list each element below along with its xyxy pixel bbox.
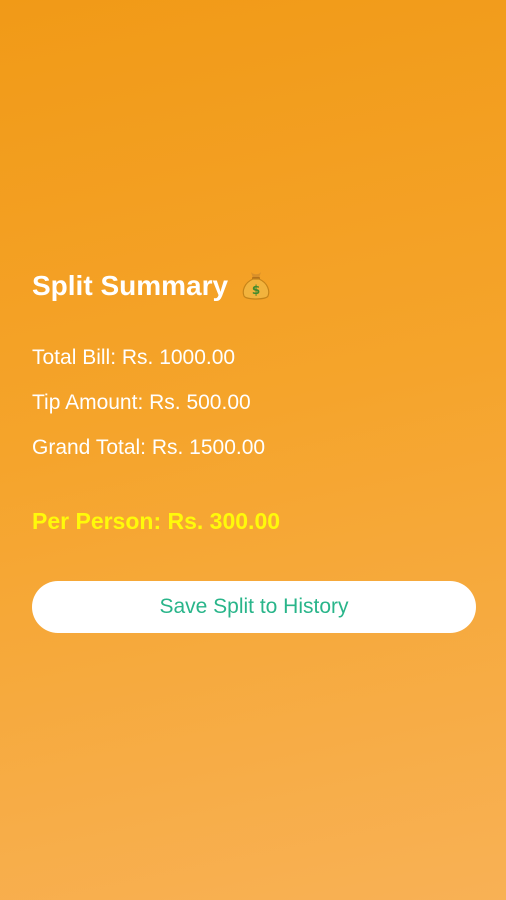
save-split-button[interactable]: Save Split to History	[32, 581, 476, 633]
total-bill-text: Total Bill: Rs. 1000.00	[32, 346, 236, 369]
split-summary-screen: Split Summary $ Total Bill: Rs. 1000.00 …	[0, 0, 506, 900]
page-title: Split Summary	[32, 270, 229, 301]
split-summary-section: Split Summary $ Total Bill: Rs. 1000.00 …	[32, 266, 476, 534]
title-row: Split Summary $	[32, 266, 476, 306]
save-split-button-label: Save Split to History	[159, 595, 349, 618]
grand-total-text: Grand Total: Rs. 1500.00	[32, 436, 266, 459]
svg-text:$: $	[252, 283, 260, 297]
tip-amount-text: Tip Amount: Rs. 500.00	[32, 391, 251, 414]
money-bag-icon: $	[238, 267, 274, 303]
per-person-amount: Per Person: Rs. 300.00	[32, 508, 281, 534]
